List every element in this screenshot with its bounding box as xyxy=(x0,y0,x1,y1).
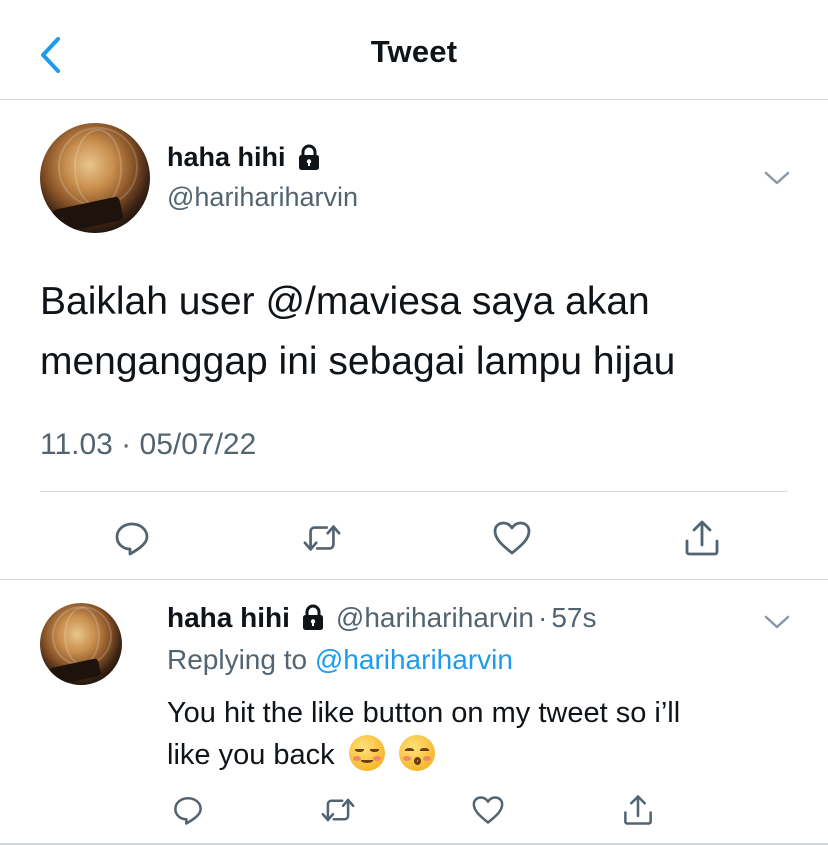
kissing-smiling-eyes-emoji xyxy=(398,735,435,771)
retweet-icon xyxy=(303,525,341,551)
tweet-text: Baiklah user @/maviesa saya akan mengang… xyxy=(40,272,800,392)
reply-text-line-2: like you back xyxy=(167,734,787,776)
main-tweet: haha hihi @harihariharvin Baiklah user @… xyxy=(0,100,828,580)
page-title: Tweet xyxy=(370,34,458,69)
separator: · xyxy=(537,602,548,633)
retweet-icon xyxy=(321,798,355,822)
share-button[interactable] xyxy=(618,790,658,830)
reply-button[interactable] xyxy=(168,790,208,830)
reply-icon xyxy=(115,522,149,556)
chevron-down-icon xyxy=(764,171,790,185)
retweet-button[interactable] xyxy=(302,518,342,558)
replying-to-label: Replying to xyxy=(167,644,308,675)
share-icon xyxy=(624,795,652,825)
tweet-timestamp[interactable]: 11.03 · 05/07/22 xyxy=(40,428,256,462)
divider xyxy=(40,491,788,492)
reply-button[interactable] xyxy=(112,518,152,558)
reply-text-line: You hit the like button on my tweet so i… xyxy=(167,697,681,729)
heart-icon xyxy=(472,796,504,824)
replying-to-mention[interactable]: @harihariharvin xyxy=(315,644,513,675)
reply-text: You hit the like button on my tweet so i… xyxy=(167,692,787,776)
display-name[interactable]: haha hihi xyxy=(167,602,290,634)
handle[interactable]: @harihariharvin xyxy=(336,602,534,634)
lock-icon xyxy=(302,604,323,630)
tweet-actions xyxy=(112,518,722,558)
like-button[interactable] xyxy=(492,518,532,558)
share-button[interactable] xyxy=(682,518,722,558)
reply-icon xyxy=(174,796,202,825)
relieved-face-emoji xyxy=(348,735,385,771)
more-options-button[interactable] xyxy=(763,612,791,632)
replying-to: Replying to @harihariharvin xyxy=(167,644,513,676)
chevron-down-icon xyxy=(764,615,790,629)
retweet-button[interactable] xyxy=(318,790,358,830)
avatar[interactable] xyxy=(40,603,122,685)
avatar[interactable] xyxy=(40,123,150,233)
nav-header: Tweet xyxy=(0,0,828,100)
handle[interactable]: @harihariharvin xyxy=(167,182,358,213)
more-options-button[interactable] xyxy=(763,168,791,188)
reply-text-line: like you back xyxy=(167,739,335,771)
lock-icon xyxy=(298,144,319,170)
tweet-text-line: Baiklah user @/maviesa saya akan xyxy=(40,280,650,323)
share-icon xyxy=(685,520,719,556)
tweet-text-line: menganggap ini sebagai lampu hijau xyxy=(40,340,676,383)
reply-author-row: haha hihi @harihariharvin · 57s xyxy=(167,602,596,634)
like-button[interactable] xyxy=(468,790,508,830)
display-name[interactable]: haha hihi xyxy=(167,142,286,173)
reply-actions xyxy=(168,790,658,830)
reply-tweet[interactable]: haha hihi @harihariharvin · 57s Replying… xyxy=(0,580,828,845)
author-row: haha hihi xyxy=(167,142,322,173)
tweet-age[interactable]: 57s xyxy=(551,602,596,634)
heart-icon xyxy=(493,521,531,555)
